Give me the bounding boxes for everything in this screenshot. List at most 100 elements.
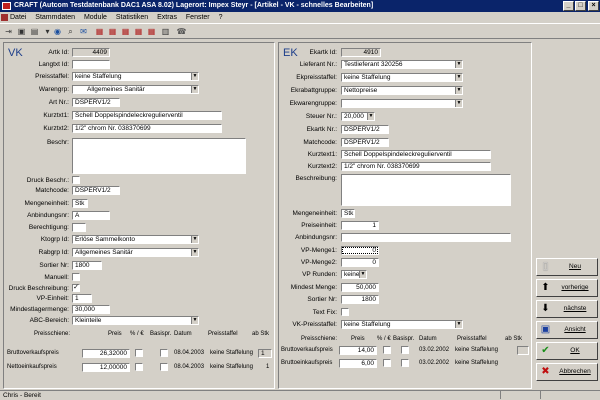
langtxt-id-field[interactable] <box>72 60 110 69</box>
chevron-down-icon[interactable]: ▼ <box>191 86 198 93</box>
text-fix-checkbox[interactable] <box>341 308 349 316</box>
kurztext1-field[interactable]: Schell Doppelspindeleckregulierventil <box>341 150 491 159</box>
report4-icon[interactable]: ▦ <box>133 26 144 37</box>
row-preis-field[interactable]: 26,32000 <box>82 349 130 358</box>
vp-einheit-field[interactable]: 1 <box>72 294 92 303</box>
vk-grid-header-datum: Datum <box>174 331 192 337</box>
menu-module[interactable]: Module <box>84 14 107 21</box>
menu-help[interactable]: ? <box>219 14 223 21</box>
lieferant-select[interactable]: Testlieferant 320256 ▼ <box>341 60 463 69</box>
row-basispr-checkbox[interactable] <box>160 349 168 357</box>
exit-icon[interactable]: ⇥ <box>3 26 14 37</box>
ekpreisstaffel-label: Ekpreisstaffel: <box>296 74 337 81</box>
window-title-bar[interactable]: CRAFT (Autcom Testdatenbank DAC1 ASA 8.0… <box>0 0 600 12</box>
mindestlagermenge-field[interactable]: 30,000 <box>72 305 110 314</box>
chevron-down-icon[interactable]: ▼ <box>455 61 462 68</box>
preiseinheit-field[interactable]: 1 <box>341 221 379 230</box>
report5-icon[interactable]: ▦ <box>146 26 157 37</box>
mindest-menge-field[interactable]: 50,000 <box>341 283 379 292</box>
vp-menge2-field[interactable]: 0 <box>341 258 379 267</box>
warengrp-select[interactable]: Allgemeines Sanitär ▼ <box>72 85 199 94</box>
vp-menge1-field[interactable]: 0 <box>341 246 379 255</box>
row-preis-field[interactable]: 14,00 <box>339 346 377 355</box>
neu-button[interactable]: ▯ Neu <box>536 258 598 276</box>
ok-button[interactable]: ✔ OK <box>536 342 598 360</box>
phone-icon[interactable]: ☎ <box>176 26 187 37</box>
preisstaffel-select[interactable]: keine Staffelung ▼ <box>72 72 199 81</box>
abc-bereich-select[interactable]: Kleinteile ▼ <box>72 316 199 325</box>
system-menu-icon[interactable] <box>1 14 8 21</box>
row-proz-checkbox[interactable] <box>135 363 143 371</box>
chevron-down-icon[interactable]: ▼ <box>191 249 198 256</box>
row-basispr-checkbox[interactable] <box>160 363 168 371</box>
chevron-down-icon[interactable]: ▼ <box>455 321 462 328</box>
beschr-textarea[interactable] <box>72 138 246 174</box>
menu-fenster[interactable]: Fenster <box>186 14 210 21</box>
row-proz-checkbox[interactable] <box>383 346 391 354</box>
artnr-field[interactable]: DSPERV1/2 <box>72 98 120 107</box>
row-proz-checkbox[interactable] <box>383 359 391 367</box>
manuell-checkbox[interactable] <box>72 273 80 281</box>
ekpreisstaffel-select[interactable]: keine Staffelung ▼ <box>341 73 463 82</box>
menu-stammdaten[interactable]: Stammdaten <box>35 14 75 21</box>
mindestlagermenge-label: Mindestlagermenge: <box>10 306 69 313</box>
vk-preisstaffel-select[interactable]: keine Staffelung ▼ <box>341 320 463 329</box>
row-proz-checkbox[interactable] <box>135 349 143 357</box>
report1-icon[interactable]: ▦ <box>94 26 105 37</box>
kurztext2-field[interactable]: 1/2" chrom Nr. 038370699 <box>341 162 491 171</box>
mengeneinheit-field[interactable]: Stk <box>72 199 88 208</box>
menu-extras[interactable]: Extras <box>157 14 177 21</box>
chevron-down-icon[interactable]: ▼ <box>455 87 462 94</box>
maximize-button[interactable]: □ <box>575 1 586 11</box>
chevron-down-icon[interactable]: ▼ <box>191 73 198 80</box>
chevron-down-icon[interactable]: ▼ <box>367 113 374 120</box>
chevron-down-icon[interactable]: ▼ <box>191 236 198 243</box>
druck-beschr-checkbox[interactable] <box>72 176 80 184</box>
abbrechen-button[interactable]: ✖ Abbrechen <box>536 363 598 381</box>
druck-beschreibung-checkbox[interactable]: ✓ <box>72 284 80 292</box>
ansicht-button[interactable]: ▣ Ansicht <box>536 321 598 339</box>
row-basispr-checkbox[interactable] <box>401 359 409 367</box>
report2-icon[interactable]: ▦ <box>107 26 118 37</box>
chevron-down-icon[interactable]: ▼ <box>455 74 462 81</box>
minimize-button[interactable]: _ <box>563 1 574 11</box>
menu-statistiken[interactable]: Statistiken <box>116 14 148 21</box>
ek-mengeneinheit-field[interactable]: Stk <box>341 209 355 218</box>
search-icon[interactable]: ⌕ <box>65 26 76 37</box>
vorherige-button[interactable]: ⬆ vorherige <box>536 279 598 297</box>
berechtigung-field[interactable] <box>72 223 86 232</box>
kurztxt2-field[interactable]: 1/2" chrom Nr. 038370699 <box>72 124 222 133</box>
email-icon[interactable]: ✉ <box>78 26 89 37</box>
rabgrp-select[interactable]: Allgemeines Sanitär ▼ <box>72 248 199 257</box>
beschreibung-textarea[interactable] <box>341 174 511 206</box>
ek-matchcode-field[interactable]: DSPERV1/2 <box>341 138 389 147</box>
row-preis-field[interactable]: 12,00000 <box>82 363 130 372</box>
ekwarengruppe-select[interactable]: ▼ <box>341 99 463 108</box>
row-preis-field[interactable]: 6,00 <box>339 359 377 368</box>
naechste-button[interactable]: ⬇ nächste <box>536 300 598 318</box>
table-icon[interactable]: ▥ <box>160 26 171 37</box>
matchcode-field[interactable]: DSPERV1/2 <box>72 186 120 195</box>
kurztxt1-field[interactable]: Schell Doppelspindeleckregulierventil <box>72 111 222 120</box>
ek-grid-header-preis: Preis <box>351 336 365 342</box>
vp-runden-select[interactable]: keine ▼ <box>341 270 367 279</box>
chevron-down-icon[interactable]: ▼ <box>455 100 462 107</box>
chevron-down-icon[interactable]: ▼ <box>359 271 366 278</box>
save-icon[interactable]: ▣ <box>16 26 27 37</box>
menu-datei[interactable]: Datei <box>10 14 26 21</box>
cancel-x-icon: ✖ <box>541 366 550 377</box>
chevron-down-icon[interactable]: ▼ <box>191 317 198 324</box>
close-button[interactable]: × <box>588 1 599 11</box>
ek-sortier-field[interactable]: 1800 <box>341 295 379 304</box>
ktogrp-select[interactable]: Erlöse Sammelkonto ▼ <box>72 235 199 244</box>
report3-icon[interactable]: ▦ <box>120 26 131 37</box>
steuer-select[interactable]: 20,000 ▼ <box>341 112 375 121</box>
ekartk-nr-field[interactable]: DSPERV1/2 <box>341 125 389 134</box>
ekrabattgruppe-select[interactable]: Nettopreise ▼ <box>341 86 463 95</box>
globe-icon[interactable]: ◉ <box>52 26 63 37</box>
anbindungsnr-field[interactable]: A <box>72 211 110 220</box>
row-basispr-checkbox[interactable] <box>401 346 409 354</box>
ek-anbindungsnr-field[interactable] <box>341 233 511 242</box>
print-icon[interactable]: ▤ <box>29 26 40 37</box>
sortier-field[interactable]: 1800 <box>72 261 102 270</box>
